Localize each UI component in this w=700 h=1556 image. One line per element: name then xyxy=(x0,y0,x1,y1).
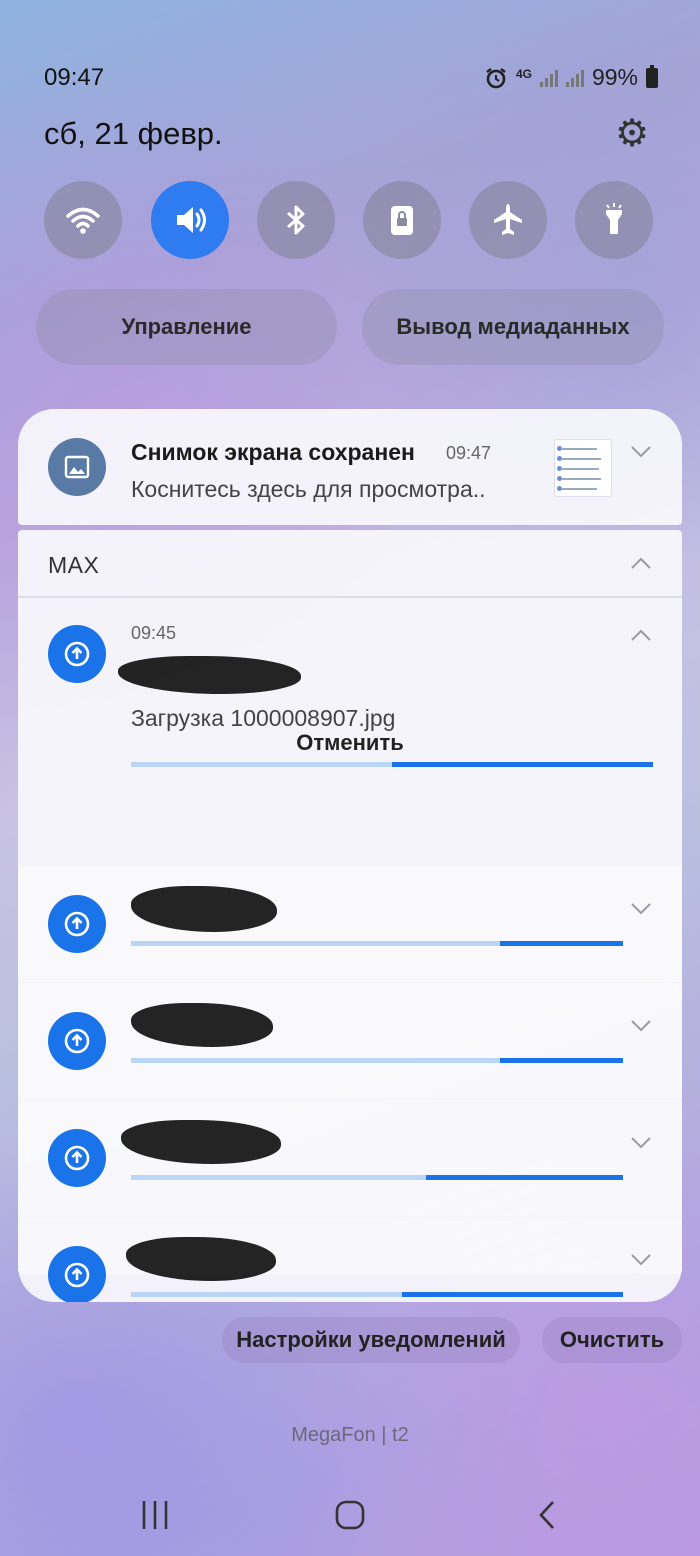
upload-progress-fill xyxy=(392,762,653,767)
screenshot-thumbnail[interactable] xyxy=(554,439,612,497)
signal-icon xyxy=(539,69,558,87)
upload-progress-bar xyxy=(131,1058,623,1063)
redacted-sender xyxy=(131,886,277,932)
bluetooth-tile[interactable] xyxy=(257,181,335,259)
notification-body: Коснитесь здесь для просмотра.. xyxy=(131,476,486,502)
chevron-down-icon[interactable] xyxy=(630,1136,652,1150)
upload-icon xyxy=(64,641,90,667)
max-app-icon xyxy=(48,1129,106,1187)
notification-panel: Снимок экрана сохранен 09:47 Коснитесь з… xyxy=(18,409,682,1302)
airplane-mode-tile[interactable] xyxy=(469,181,547,259)
network-type-label: 4G xyxy=(515,66,532,81)
upload-filename: Загрузка 1000008907.jpg xyxy=(131,705,396,731)
back-icon xyxy=(539,1501,554,1529)
notification-time: 09:47 xyxy=(446,443,492,463)
redacted-sender xyxy=(118,656,301,694)
upload-notification[interactable] xyxy=(18,1217,682,1302)
max-app-icon xyxy=(48,895,106,953)
upload-progress-bar xyxy=(131,941,623,946)
upload-icon xyxy=(64,911,90,937)
device-control-button[interactable]: Управление xyxy=(36,289,337,365)
chevron-down-icon[interactable] xyxy=(630,445,652,459)
upload-progress-fill xyxy=(401,1292,623,1297)
battery-percent: 99% xyxy=(591,64,638,90)
media-output-button[interactable]: Вывод медиаданных xyxy=(362,289,664,365)
notification-title: Снимок экрана сохранен xyxy=(131,439,415,465)
chevron-down-icon[interactable] xyxy=(630,1253,652,1267)
upload-icon xyxy=(64,1262,90,1288)
redacted-sender xyxy=(126,1237,276,1281)
sound-tile[interactable] xyxy=(151,181,229,259)
signal-icon xyxy=(565,69,584,87)
carrier-label: MegaFon | t2 xyxy=(291,1424,409,1446)
flashlight-icon xyxy=(606,203,622,234)
clear-all-button[interactable]: Очистить xyxy=(542,1317,682,1363)
group-divider xyxy=(18,596,682,598)
upload-progress-bar xyxy=(131,762,653,767)
settings-gear-icon[interactable]: ⚙ xyxy=(612,114,652,154)
redacted-sender xyxy=(121,1120,281,1164)
cancel-upload-button[interactable]: Отменить xyxy=(18,730,682,756)
battery-icon xyxy=(646,64,658,88)
upload-notification[interactable] xyxy=(18,983,682,1099)
notification-time: 09:45 xyxy=(131,623,177,643)
wifi-tile[interactable] xyxy=(44,181,122,259)
upload-notification[interactable] xyxy=(18,866,682,982)
chevron-down-icon[interactable] xyxy=(630,902,652,916)
date-label: сб, 21 февр. xyxy=(44,116,223,151)
home-icon xyxy=(335,1500,365,1530)
image-icon xyxy=(64,455,90,479)
back-button[interactable] xyxy=(522,1490,572,1540)
upload-progress-fill xyxy=(500,941,623,946)
lock-icon xyxy=(391,206,413,235)
chevron-up-icon[interactable] xyxy=(630,628,652,642)
upload-progress-fill xyxy=(426,1175,623,1180)
volume-icon xyxy=(177,207,206,233)
status-icons: 4G 99% xyxy=(484,64,658,91)
wifi-icon xyxy=(66,207,100,234)
upload-progress-fill xyxy=(500,1058,623,1063)
max-app-icon xyxy=(48,625,106,683)
status-time: 09:47 xyxy=(44,64,105,91)
home-button[interactable] xyxy=(325,1490,375,1540)
app-group-title: MAX xyxy=(48,552,100,578)
upload-progress-bar xyxy=(131,1175,623,1180)
alarm-icon xyxy=(486,67,506,88)
gallery-app-icon xyxy=(48,438,106,496)
quick-settings-row xyxy=(44,181,656,259)
bluetooth-icon xyxy=(287,205,305,235)
upload-icon xyxy=(64,1145,90,1171)
rotation-lock-tile[interactable] xyxy=(363,181,441,259)
flashlight-tile[interactable] xyxy=(575,181,653,259)
redacted-sender xyxy=(131,1003,273,1047)
recent-apps-button[interactable] xyxy=(130,1490,180,1540)
recents-icon xyxy=(142,1501,168,1529)
max-app-icon xyxy=(48,1012,106,1070)
upload-progress-bar xyxy=(131,1292,623,1297)
screenshot-notification[interactable]: Снимок экрана сохранен 09:47 Коснитесь з… xyxy=(18,409,682,525)
airplane-icon xyxy=(494,204,522,235)
notification-settings-button[interactable]: Настройки уведомлений xyxy=(222,1317,520,1363)
max-app-icon xyxy=(48,1246,106,1302)
upload-icon xyxy=(64,1028,90,1054)
upload-notification[interactable] xyxy=(18,1100,682,1216)
chevron-up-icon[interactable] xyxy=(630,556,652,570)
chevron-down-icon[interactable] xyxy=(630,1019,652,1033)
